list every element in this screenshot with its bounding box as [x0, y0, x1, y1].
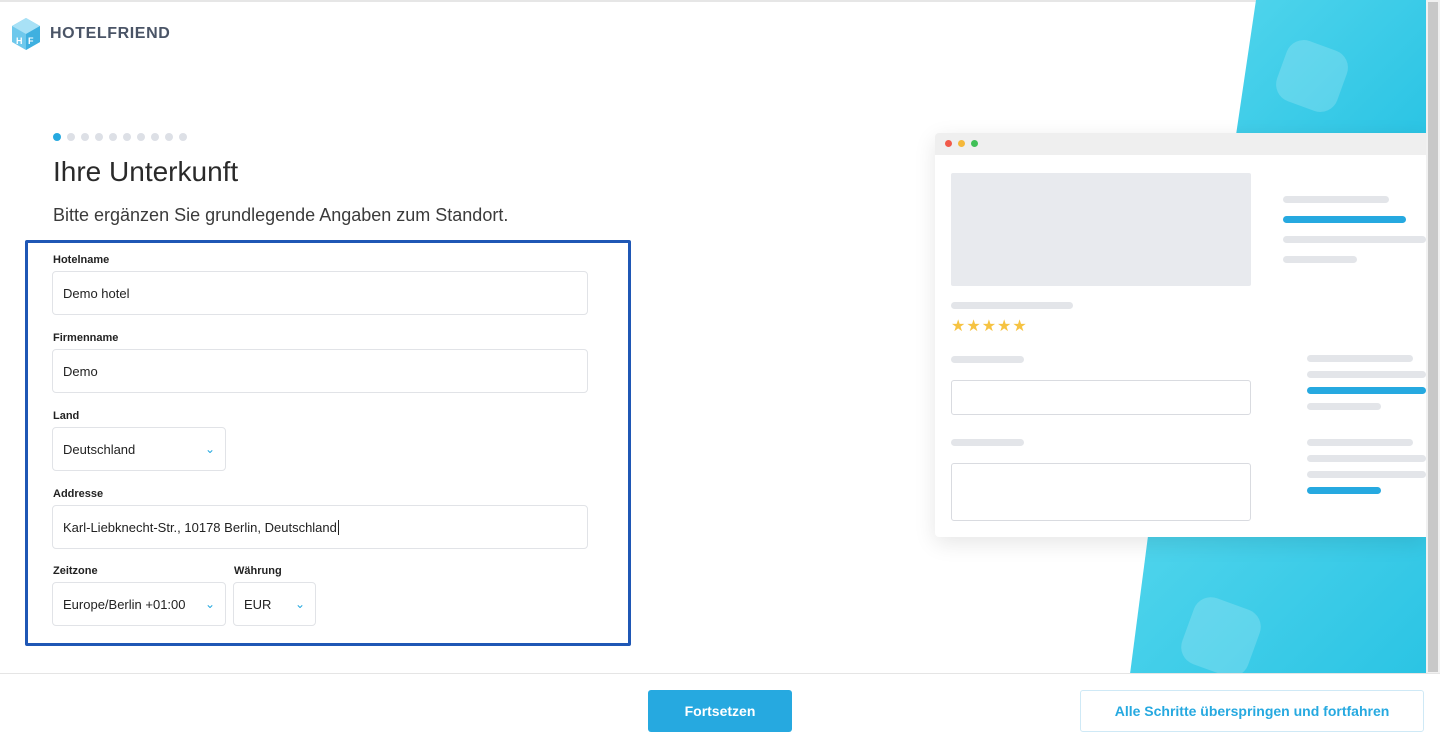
step-dot [67, 133, 75, 141]
timezone-select[interactable]: Europe/Berlin +01:00 ⌄ [52, 582, 226, 626]
onboarding-page: H F HOTELFRIEND ★★★★★ Ihre Unterkunft Bi… [0, 0, 1440, 750]
mock-browser-bar [935, 133, 1426, 155]
step-dot [81, 133, 89, 141]
hotel-name-value: Demo hotel [63, 285, 130, 301]
chevron-down-icon: ⌄ [204, 597, 215, 611]
step-dot [151, 133, 159, 141]
company-name-label: Firmenname [53, 332, 119, 344]
hotel-name-input[interactable]: Demo hotel [52, 271, 588, 315]
step-dot [137, 133, 145, 141]
currency-label: Währung [234, 565, 282, 577]
rating-stars: ★★★★★ [951, 318, 1028, 335]
skip-all-steps-button[interactable]: Alle Schritte überspringen und fortfahre… [1080, 690, 1424, 732]
address-input[interactable]: Karl-Liebknecht-Str., 10178 Berlin, Deut… [52, 505, 588, 549]
country-label: Land [53, 410, 80, 422]
chevron-down-icon: ⌄ [294, 597, 305, 611]
scrollbar-thumb[interactable] [1428, 2, 1438, 672]
company-name-input[interactable]: Demo [52, 349, 588, 393]
step-dot [109, 133, 117, 141]
mock-image-placeholder [951, 173, 1251, 286]
mock-textarea [951, 463, 1251, 521]
top-divider [0, 0, 1440, 2]
chevron-down-icon: ⌄ [204, 442, 215, 456]
decorative-cyan-shape-bottom [1130, 536, 1426, 674]
logo[interactable]: H F HOTELFRIEND [10, 17, 170, 51]
page-title: Ihre Unterkunft [53, 156, 239, 187]
step-dot-active [53, 133, 61, 141]
svg-text:H: H [16, 36, 23, 46]
currency-value: EUR [244, 596, 272, 612]
decorative-cyan-shape-top [1236, 0, 1426, 135]
hotel-name-label: Hotelname [53, 254, 110, 266]
step-dot [165, 133, 173, 141]
hf-cube-logo-icon: H F [12, 18, 40, 50]
step-dot [123, 133, 131, 141]
step-dot [179, 133, 187, 141]
brand-name: HOTELFRIEND [50, 25, 171, 42]
continue-button[interactable]: Fortsetzen [648, 690, 792, 732]
timezone-value: Europe/Berlin +01:00 [63, 596, 186, 612]
page-subtitle: Bitte ergänzen Sie grundlegende Angaben … [53, 205, 509, 225]
company-name-value: Demo [63, 363, 98, 379]
country-value: Deutschland [63, 441, 136, 457]
address-value: Karl-Liebknecht-Str., 10178 Berlin, Deut… [63, 519, 337, 535]
step-dot [95, 133, 103, 141]
country-select[interactable]: Deutschland ⌄ [52, 427, 226, 471]
mock-input [951, 380, 1251, 415]
svg-text:F: F [28, 36, 34, 46]
step-indicator [53, 133, 187, 141]
currency-select[interactable]: EUR ⌄ [233, 582, 316, 626]
text-cursor [337, 519, 339, 535]
hotel-page-preview-illustration: ★★★★★ [935, 133, 1426, 537]
timezone-label: Zeitzone [53, 565, 98, 577]
address-label: Addresse [53, 488, 104, 500]
